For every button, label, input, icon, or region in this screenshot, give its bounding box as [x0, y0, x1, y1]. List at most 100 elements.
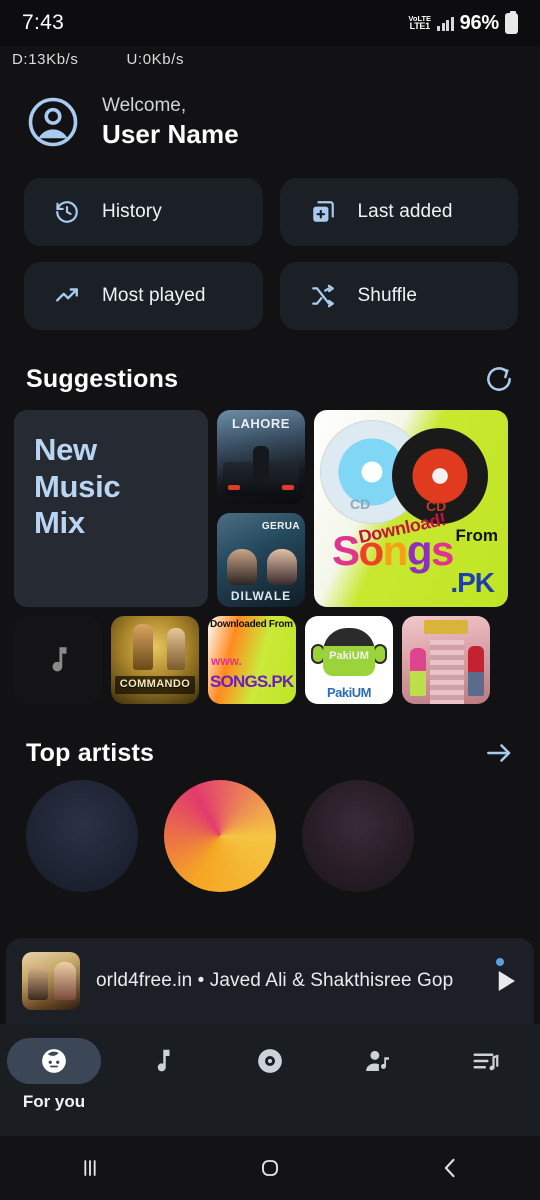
now-playing-title: orld4free.in • Javed Ali & Shakthisree G…: [96, 970, 454, 991]
art-figure: [253, 446, 269, 485]
new-music-mix-card[interactable]: New Music Mix: [14, 410, 208, 608]
welcome-header: Welcome, User Name: [0, 72, 540, 162]
mix-line-3: Mix: [34, 505, 85, 541]
network-speed-bar: D:13Kb/s U:0Kb/s: [0, 46, 540, 72]
album-tile-title: COMMANDO: [119, 678, 191, 691]
art-figure-1: [410, 648, 426, 697]
arrow-right-icon[interactable]: [484, 738, 514, 768]
quick-action-label: Last added: [357, 201, 453, 223]
nav-item-for-you[interactable]: For you: [0, 1038, 108, 1112]
art-title-plate: [424, 620, 468, 635]
suggestions-small-column: LAHORE GERUA DILWALE: [217, 410, 305, 608]
app-screen: 7:43 VoLTE LTE1 96% D:13Kb/s U:0Kb/s Wel…: [0, 0, 540, 1200]
volte-label-bottom: LTE1: [409, 21, 430, 32]
album-tile-placeholder[interactable]: [14, 616, 102, 705]
status-bar: 7:43 VoLTE LTE1 96%: [0, 0, 540, 46]
artist-icon: [363, 1046, 393, 1076]
quick-action-shuffle[interactable]: Shuffle: [279, 262, 518, 331]
art-domain-text: .PK: [450, 567, 495, 599]
art-figure-2: [167, 628, 185, 671]
top-artists-header: Top artists: [0, 704, 540, 784]
suggestions-grid: New Music Mix LAHORE GERUA DILWALE CD CD…: [0, 410, 540, 705]
album-art: LAHORE: [217, 410, 305, 505]
suggestions-row-2: COMMANDO Downloaded From www. SONGS.PK P…: [14, 616, 526, 705]
quick-action-label: Most played: [102, 285, 206, 307]
quick-action-history[interactable]: History: [24, 178, 263, 247]
upload-speed: U:0Kb/s: [126, 50, 185, 68]
back-icon[interactable]: [360, 1154, 540, 1182]
art-brand-text: Songs: [332, 527, 454, 575]
art-line-1: Downloaded From: [210, 619, 293, 631]
nav-pill: [115, 1038, 209, 1084]
shuffle-icon: [310, 283, 336, 309]
quick-actions: History Last added Most played Shuffle: [0, 162, 540, 331]
battery-icon: [505, 10, 518, 34]
suggestions-row-1: New Music Mix LAHORE GERUA DILWALE CD CD…: [14, 410, 526, 608]
art-figure-2: [54, 962, 76, 1000]
greeting-label: Welcome,: [102, 95, 187, 116]
album-tile-couple[interactable]: [402, 616, 490, 705]
nav-item-albums[interactable]: [216, 1038, 324, 1084]
home-icon[interactable]: [180, 1154, 360, 1182]
mix-line-1: New: [34, 432, 97, 468]
nav-active-pill: [7, 1038, 101, 1084]
artist-avatar[interactable]: [302, 780, 414, 893]
recents-icon[interactable]: [0, 1154, 180, 1182]
mix-line-2: Music: [34, 468, 121, 504]
refresh-icon[interactable]: [484, 364, 514, 394]
album-art: [14, 616, 102, 705]
art-figure-2: [468, 646, 484, 697]
nav-label-for-you: For you: [22, 1092, 86, 1111]
quick-action-last-added[interactable]: Last added: [279, 178, 518, 247]
nav-pill: [223, 1038, 317, 1084]
library-add-icon: [310, 199, 336, 225]
now-playing-artwork: [22, 952, 80, 1010]
disc-icon: [255, 1046, 285, 1076]
art-figure-1: [133, 624, 153, 671]
art-figure-2: [267, 549, 297, 586]
album-tile-commando[interactable]: COMMANDO: [111, 616, 199, 705]
album-tile-lahore[interactable]: LAHORE: [217, 410, 305, 505]
download-speed: D:13Kb/s: [12, 50, 79, 68]
nav-item-artists[interactable]: [324, 1038, 432, 1084]
now-playing-bar[interactable]: orld4free.in • Javed Ali & Shakthisree G…: [6, 938, 534, 1024]
album-art: COMMANDO: [111, 616, 199, 705]
play-icon[interactable]: [490, 966, 520, 996]
battery-percent: 96%: [459, 11, 500, 34]
nav-item-songs[interactable]: [108, 1038, 216, 1084]
art-stairs: [430, 640, 464, 705]
quick-action-most-played[interactable]: Most played: [24, 262, 263, 331]
album-art: Downloaded From www. SONGS.PK: [208, 616, 296, 705]
quick-action-label: Shuffle: [357, 285, 418, 307]
art-line-2: www.: [211, 654, 242, 669]
album-tile-songspk-large[interactable]: CD CD Download! From Songs .PK: [314, 410, 508, 608]
section-title-suggestions: Suggestions: [26, 364, 179, 393]
bottom-navigation: For you: [0, 1024, 540, 1136]
album-tile-title: GERUA: [261, 521, 300, 533]
face-icon: [39, 1046, 69, 1076]
welcome-text: Welcome, User Name: [102, 94, 239, 150]
signal-bars-icon: [437, 16, 454, 31]
volte-icon: VoLTE LTE1: [408, 15, 431, 32]
history-icon: [54, 199, 80, 225]
user-name-label: User Name: [102, 118, 239, 149]
nav-pill: [331, 1038, 425, 1084]
art-figure-1: [227, 549, 257, 586]
suggestions-header: Suggestions: [0, 330, 540, 410]
album-tile-songspk-2[interactable]: Downloaded From www. SONGS.PK: [208, 616, 296, 705]
art-figure-1: [28, 966, 48, 1000]
album-art: [402, 616, 490, 705]
account-icon[interactable]: [26, 95, 80, 149]
artist-avatar[interactable]: [164, 780, 276, 893]
music-note-icon: [147, 1046, 177, 1076]
trending-up-icon: [54, 283, 80, 309]
music-note-icon: [52, 647, 67, 672]
nav-item-playlists[interactable]: [432, 1038, 540, 1084]
album-tile-gerua[interactable]: GERUA DILWALE: [217, 513, 305, 608]
now-playing-indicator-dot: [496, 958, 504, 966]
art-brand-bottom: PakiUM: [327, 685, 371, 701]
album-tile-pakium[interactable]: PakiUM PakiUM: [305, 616, 393, 705]
artist-avatar[interactable]: [26, 780, 138, 893]
playlist-icon: [471, 1046, 501, 1076]
status-indicators: VoLTE LTE1 96%: [408, 10, 518, 35]
